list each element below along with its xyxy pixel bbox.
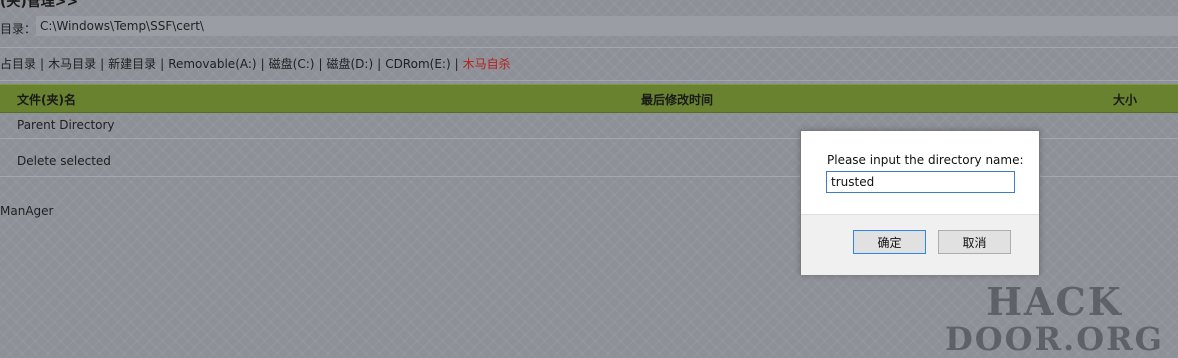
cancel-button[interactable]: 取消 <box>938 230 1011 254</box>
nav-separator: | <box>377 57 382 71</box>
column-header-modified[interactable]: 最后修改时间 <box>641 91 713 108</box>
dialog-content: Please input the directory name: <box>801 131 1039 214</box>
footer-text: ManAger <box>0 204 54 218</box>
delete-selected-link[interactable]: Delete selected <box>17 154 111 168</box>
watermark-line-2: DOOR.ORG <box>944 320 1164 358</box>
dialog-button-bar: 确定 取消 <box>801 214 1039 275</box>
nav-separator: | <box>100 57 105 71</box>
directory-name-input[interactable] <box>826 171 1015 193</box>
directory-row: 目录： <box>0 16 1178 38</box>
nav-separator: | <box>260 57 265 71</box>
nav-link-drive-e[interactable]: CDRom(E:) <box>385 57 450 71</box>
divider <box>0 80 1178 81</box>
nav-link-new-dir[interactable]: 新建目录 <box>108 57 156 71</box>
nav-separator: | <box>454 57 459 71</box>
file-table-header: 文件(夹)名 最后修改时间 大小 <box>0 84 1178 113</box>
prompt-dialog: Please input the directory name: 确定 取消 <box>800 130 1040 275</box>
directory-path-input[interactable] <box>36 16 1178 36</box>
column-header-size[interactable]: 大小 <box>1113 91 1137 108</box>
parent-directory-link[interactable]: Parent Directory <box>17 118 115 132</box>
divider <box>0 47 1178 48</box>
dialog-prompt: Please input the directory name: <box>827 153 1024 167</box>
watermark-line-1: HACK <box>986 279 1123 324</box>
directory-label: 目录： <box>0 22 37 36</box>
page-title: (夹)管理>> <box>0 0 79 10</box>
nav-link-drive-c[interactable]: 磁盘(C:) <box>269 57 315 71</box>
ok-button[interactable]: 确定 <box>853 230 926 254</box>
nav-link-drive-a[interactable]: Removable(A:) <box>168 57 256 71</box>
nav-link-drive-d[interactable]: 磁盘(D:) <box>326 57 373 71</box>
nav-separator: | <box>160 57 165 71</box>
nav-separator: | <box>318 57 323 71</box>
nav-link-trojan-self-delete[interactable]: 木马自杀 <box>463 57 511 71</box>
drive-nav: 占目录 | 木马目录 | 新建目录 | Removable(A:) | 磁盘(C:) | 磁盘(D:… <box>0 55 511 72</box>
nav-link-trojan-dir[interactable]: 木马目录 <box>48 57 96 71</box>
column-header-filename[interactable]: 文件(夹)名 <box>17 91 76 108</box>
watermark-logo: HACK DOOR.ORG <box>944 279 1164 358</box>
nav-separator: | <box>40 57 45 71</box>
nav-link-root-dir[interactable]: 占目录 <box>0 57 36 71</box>
